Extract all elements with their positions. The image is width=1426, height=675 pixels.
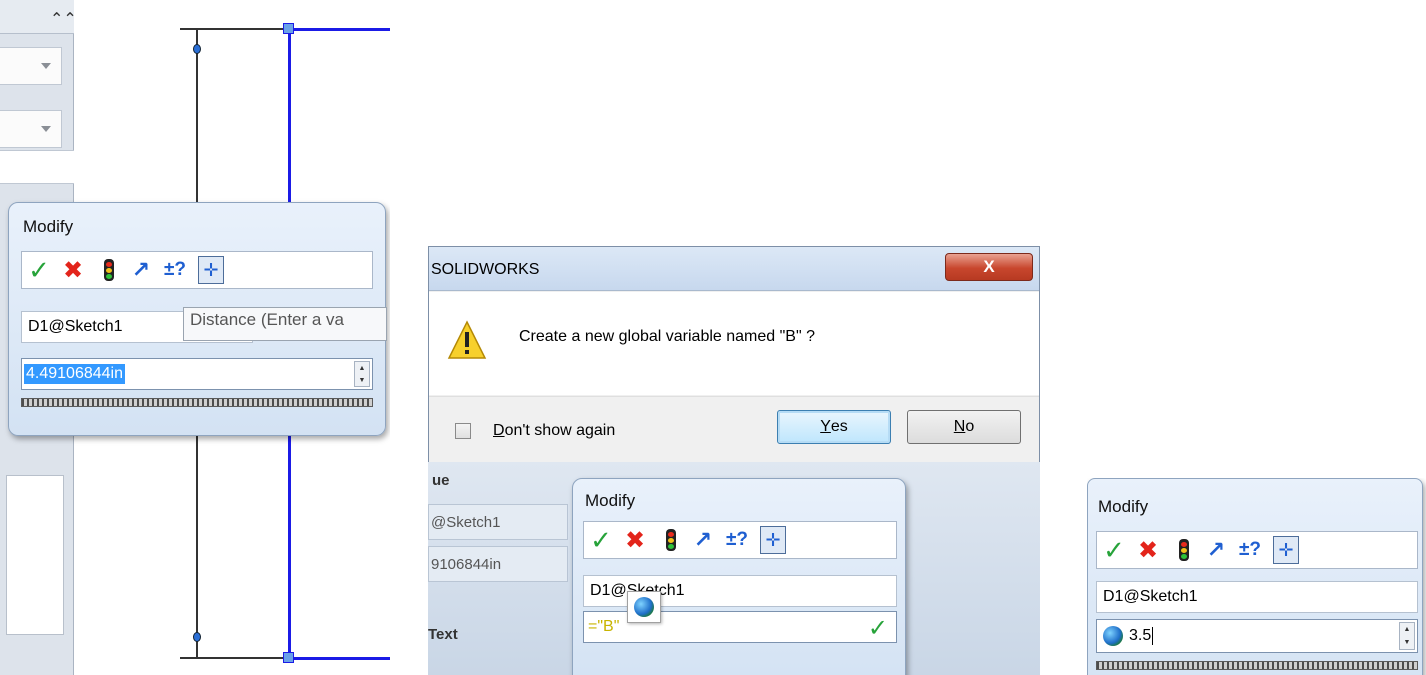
sketch-line-bottom (180, 657, 290, 659)
dialog-title: Modify (1098, 497, 1149, 516)
modify-dialog: Modify ✓ ✖ ↗ ±? ✛ D1@Sketch1 ="B" ✓ (572, 478, 906, 675)
dont-show-checkbox[interactable] (455, 423, 471, 439)
dialog-footer: Don't show again Yes No (429, 396, 1039, 462)
dropdown-2[interactable] (0, 110, 62, 148)
global-variable-popup[interactable] (627, 591, 661, 623)
regenerate-light-icon[interactable] (1171, 536, 1197, 564)
modify-dialog: Modify ✓ ✖ ↗ ±? ✛ D1@Sketch1 3.5 ▲ ▼ (1087, 478, 1423, 675)
dimension-arrow-icon (193, 632, 201, 642)
regenerate-light-icon[interactable] (96, 256, 122, 284)
tolerance-icon[interactable]: ±? (1237, 536, 1263, 564)
value-text: 3.5 (1129, 627, 1154, 645)
sketch-edge-top-blue (288, 28, 390, 31)
chevron-down-icon (41, 63, 51, 69)
close-icon: X (983, 257, 995, 276)
rebuild-arrow-icon[interactable]: ↗ (690, 526, 716, 554)
cancel-x-icon[interactable]: ✖ (622, 526, 648, 554)
chevron-down-icon (41, 126, 51, 132)
globe-icon (1103, 626, 1123, 646)
modify-toolbar: ✓ ✖ ↗ ±? ✛ (583, 521, 897, 559)
rebuild-arrow-icon[interactable]: ↗ (128, 256, 154, 284)
spin-button[interactable]: ▲ ▼ (354, 361, 370, 387)
property-row (0, 150, 74, 184)
dropdown-1[interactable] (0, 47, 62, 85)
table-header: ue (432, 472, 450, 489)
sketch-panel: ⌃⌃ Modify ✓ ✖ ↗ ±? ✛ D1@Sketch1 Distance… (0, 0, 390, 675)
ok-check-icon[interactable]: ✓ (588, 525, 614, 555)
mark-dimension-icon[interactable]: ✛ (198, 256, 224, 284)
sketch-point-handle[interactable] (283, 23, 294, 34)
tooltip: Distance (Enter a va (183, 307, 387, 341)
dialog-title: SOLIDWORKS (431, 261, 540, 278)
cancel-x-icon[interactable]: ✖ (1135, 536, 1161, 564)
title-bar: SOLIDWORKS X (429, 247, 1039, 291)
modify-toolbar: ✓ ✖ ↗ ±? ✛ (21, 251, 373, 289)
dont-show-label[interactable]: Don't show again (493, 422, 615, 440)
table-cell: @Sketch1 (428, 504, 568, 540)
dimension-name: D1@Sketch1 (1096, 581, 1418, 613)
cancel-x-icon[interactable]: ✖ (60, 256, 86, 284)
value-text: ="B" (588, 618, 620, 635)
value-input[interactable]: 3.5 ▲ ▼ (1096, 619, 1418, 653)
tolerance-icon[interactable]: ±? (724, 526, 750, 554)
modify-toolbar: ✓ ✖ ↗ ±? ✛ (1096, 531, 1418, 569)
close-button[interactable]: X (945, 253, 1033, 281)
ok-check-icon[interactable]: ✓ (1101, 535, 1127, 565)
thumbwheel[interactable] (21, 398, 373, 407)
solidworks-dialog: SOLIDWORKS X Create a new global variabl… (428, 246, 1040, 462)
ok-check-icon[interactable]: ✓ (26, 255, 52, 285)
value-input[interactable]: 4.49106844in ▲ ▼ (21, 358, 373, 390)
global-variable-panel: ue @Sketch1 9106844in Text SOLIDWORKS X … (428, 246, 1040, 675)
no-button[interactable]: No (907, 410, 1021, 444)
result-panel: Modify ✓ ✖ ↗ ±? ✛ D1@Sketch1 3.5 ▲ ▼ (1087, 478, 1426, 675)
tolerance-icon[interactable]: ±? (162, 256, 188, 284)
warning-icon (447, 320, 487, 359)
spin-button[interactable]: ▲ ▼ (1399, 622, 1415, 650)
dialog-title: Modify (23, 217, 74, 236)
value-text: 4.49106844in (24, 364, 125, 384)
table-cell: 9106844in (428, 546, 568, 582)
table-header: Text (428, 626, 458, 643)
mark-dimension-icon[interactable]: ✛ (1273, 536, 1299, 564)
dialog-message: Create a new global variable named "B" ? (519, 328, 815, 345)
property-listbox[interactable] (6, 475, 64, 635)
accept-check-icon[interactable]: ✓ (868, 614, 888, 643)
sketch-point-handle[interactable] (283, 652, 294, 663)
rebuild-arrow-icon[interactable]: ↗ (1203, 536, 1229, 564)
mark-dimension-icon[interactable]: ✛ (760, 526, 786, 554)
sketch-edge-bottom-blue (288, 657, 390, 660)
regenerate-light-icon[interactable] (658, 526, 684, 554)
globe-icon (634, 597, 654, 617)
modify-dialog: Modify ✓ ✖ ↗ ±? ✛ D1@Sketch1 Distance (E… (8, 202, 387, 436)
dialog-title: Modify (585, 491, 636, 510)
collapse-icon[interactable]: ⌃⌃ (50, 9, 77, 29)
dialog-body: Create a new global variable named "B" ? (429, 292, 1039, 395)
yes-button[interactable]: Yes (777, 410, 891, 444)
dimension-arrow-icon (193, 44, 201, 54)
thumbwheel[interactable] (1096, 661, 1418, 670)
